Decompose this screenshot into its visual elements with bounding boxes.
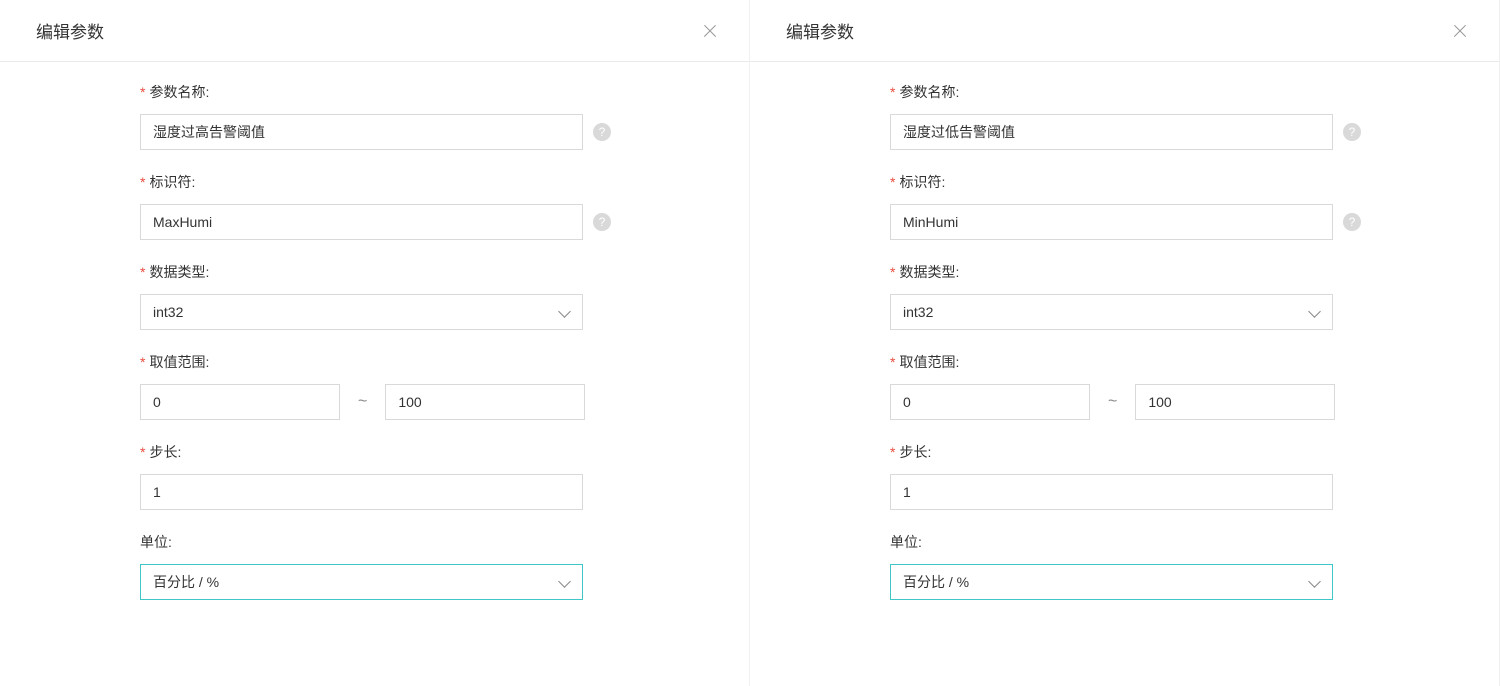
close-icon[interactable] <box>1451 22 1469 40</box>
step-input[interactable] <box>890 474 1333 510</box>
range-label: *取值范围: <box>890 352 1499 372</box>
datatype-select[interactable]: int32 <box>890 294 1333 330</box>
step-input[interactable] <box>140 474 583 510</box>
unit-label: 单位: <box>140 532 749 552</box>
range-min-input[interactable] <box>890 384 1090 420</box>
help-icon[interactable]: ? <box>593 213 611 231</box>
identifier-input[interactable] <box>140 204 583 240</box>
chevron-down-icon <box>560 577 570 587</box>
range-min-input[interactable] <box>140 384 340 420</box>
unit-label: 单位: <box>890 532 1499 552</box>
range-label: *取值范围: <box>140 352 749 372</box>
panel-title: 编辑参数 <box>36 18 104 43</box>
chevron-down-icon <box>1310 577 1320 587</box>
param-name-label: *参数名称: <box>140 82 749 102</box>
datatype-label: *数据类型: <box>140 262 749 282</box>
unit-select[interactable]: 百分比 / % <box>890 564 1333 600</box>
help-icon[interactable]: ? <box>1343 213 1361 231</box>
param-name-input[interactable] <box>140 114 583 150</box>
edit-parameter-panel-right: 编辑参数 *参数名称: ? *标识符: ? *数据类型: <box>750 0 1500 686</box>
identifier-input[interactable] <box>890 204 1333 240</box>
step-label: *步长: <box>140 442 749 462</box>
range-max-input[interactable] <box>385 384 585 420</box>
param-name-input[interactable] <box>890 114 1333 150</box>
edit-parameter-panel-left: 编辑参数 *参数名称: ? *标识符: ? *数据类型: <box>0 0 750 686</box>
range-separator: ~ <box>1108 393 1117 411</box>
datatype-select[interactable]: int32 <box>140 294 583 330</box>
identifier-label: *标识符: <box>890 172 1499 192</box>
identifier-label: *标识符: <box>140 172 749 192</box>
range-max-input[interactable] <box>1135 384 1335 420</box>
step-label: *步长: <box>890 442 1499 462</box>
help-icon[interactable]: ? <box>593 123 611 141</box>
datatype-label: *数据类型: <box>890 262 1499 282</box>
param-name-label: *参数名称: <box>890 82 1499 102</box>
chevron-down-icon <box>560 307 570 317</box>
close-icon[interactable] <box>701 22 719 40</box>
range-separator: ~ <box>358 393 367 411</box>
panel-title: 编辑参数 <box>786 18 854 43</box>
unit-select[interactable]: 百分比 / % <box>140 564 583 600</box>
help-icon[interactable]: ? <box>1343 123 1361 141</box>
chevron-down-icon <box>1310 307 1320 317</box>
